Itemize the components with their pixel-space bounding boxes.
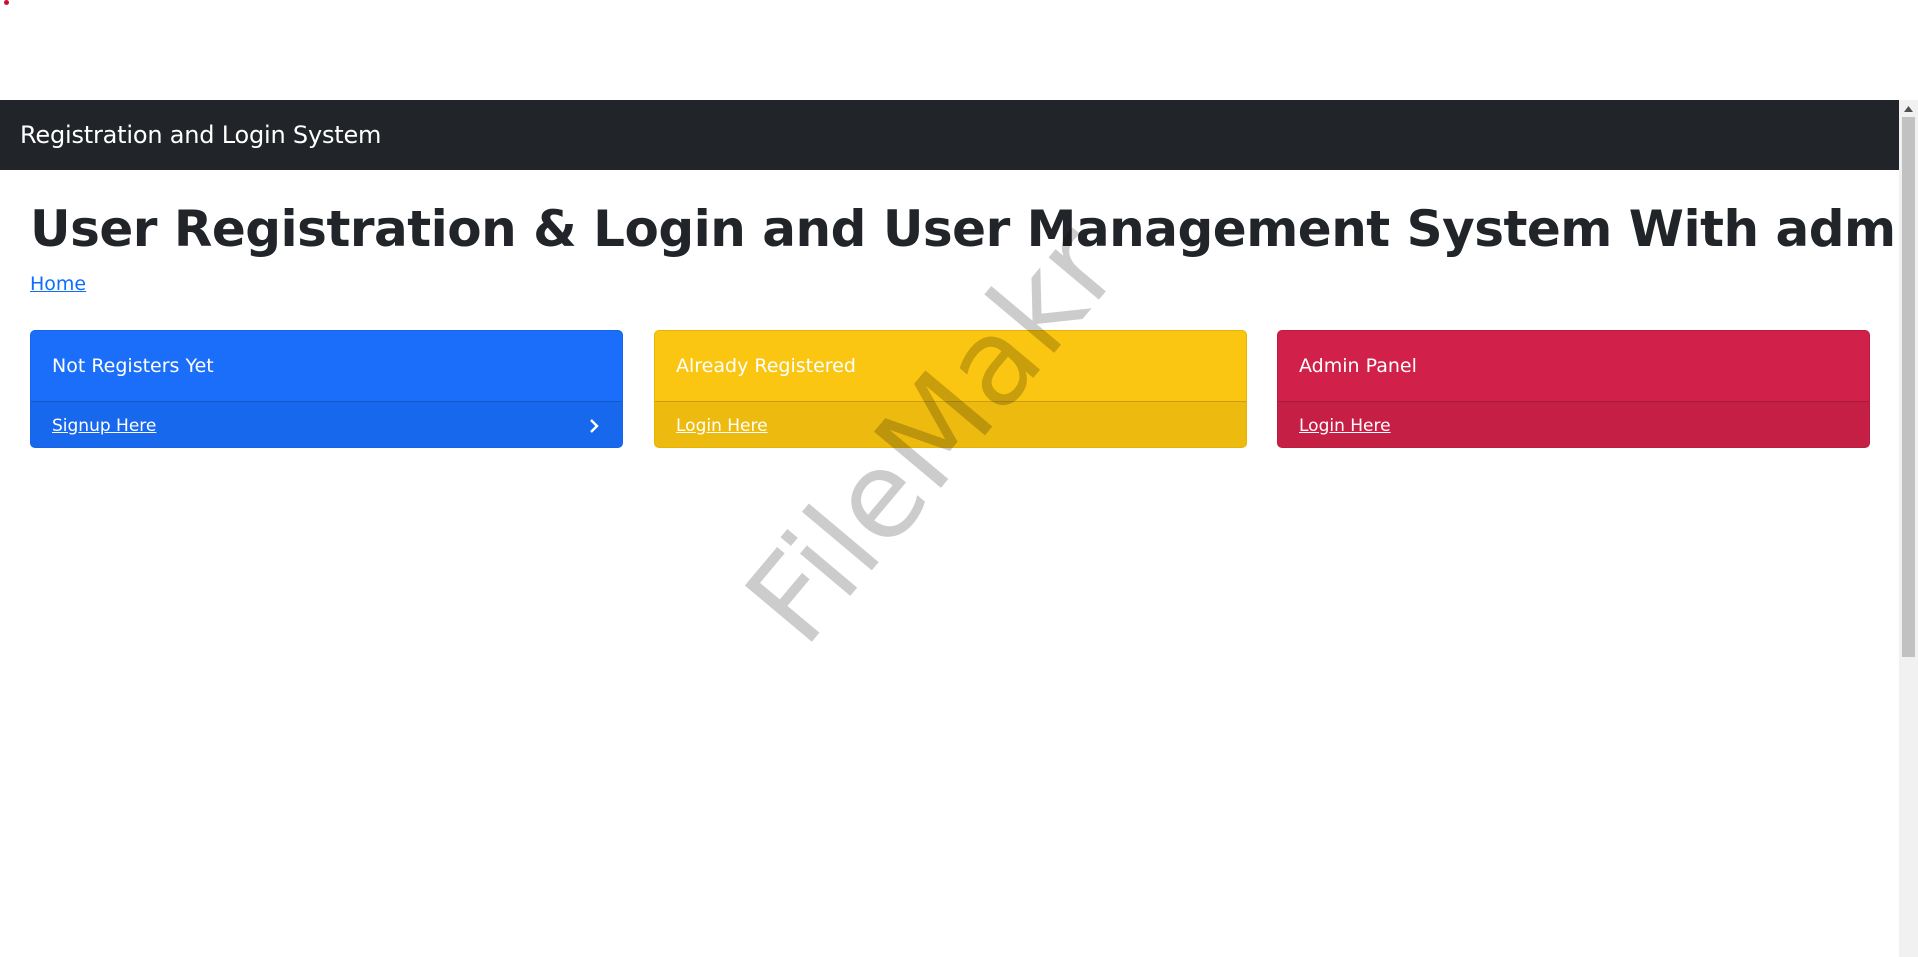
vertical-scrollbar[interactable] — [1899, 100, 1918, 957]
signup-here-link[interactable]: Signup Here — [52, 416, 156, 436]
card-not-registered: Not Registers Yet Signup Here — [30, 330, 623, 448]
browser-viewport: Registration and Login System User Regis… — [0, 100, 1899, 957]
card-footer: Login Here — [655, 401, 1246, 447]
breadcrumb-home-link[interactable]: Home — [30, 273, 86, 295]
card-already-registered: Already Registered Login Here — [654, 330, 1247, 448]
top-navbar: Registration and Login System — [0, 100, 1899, 170]
card-title: Admin Panel — [1299, 355, 1417, 377]
card-title: Not Registers Yet — [52, 355, 214, 377]
scroll-up-icon[interactable] — [1899, 100, 1918, 117]
chevron-right-icon[interactable] — [587, 418, 601, 433]
card-footer: Signup Here — [31, 401, 622, 447]
card-admin-panel: Admin Panel Login Here — [1277, 330, 1870, 448]
user-login-here-link[interactable]: Login Here — [676, 416, 768, 436]
card-title: Already Registered — [676, 355, 856, 377]
scrollbar-thumb[interactable] — [1902, 117, 1915, 657]
admin-login-here-link[interactable]: Login Here — [1299, 416, 1391, 436]
red-dot — [4, 0, 9, 5]
navbar-brand[interactable]: Registration and Login System — [20, 121, 381, 149]
page-title: User Registration & Login and User Manag… — [30, 200, 1899, 258]
card-footer: Login Here — [1278, 401, 1869, 447]
